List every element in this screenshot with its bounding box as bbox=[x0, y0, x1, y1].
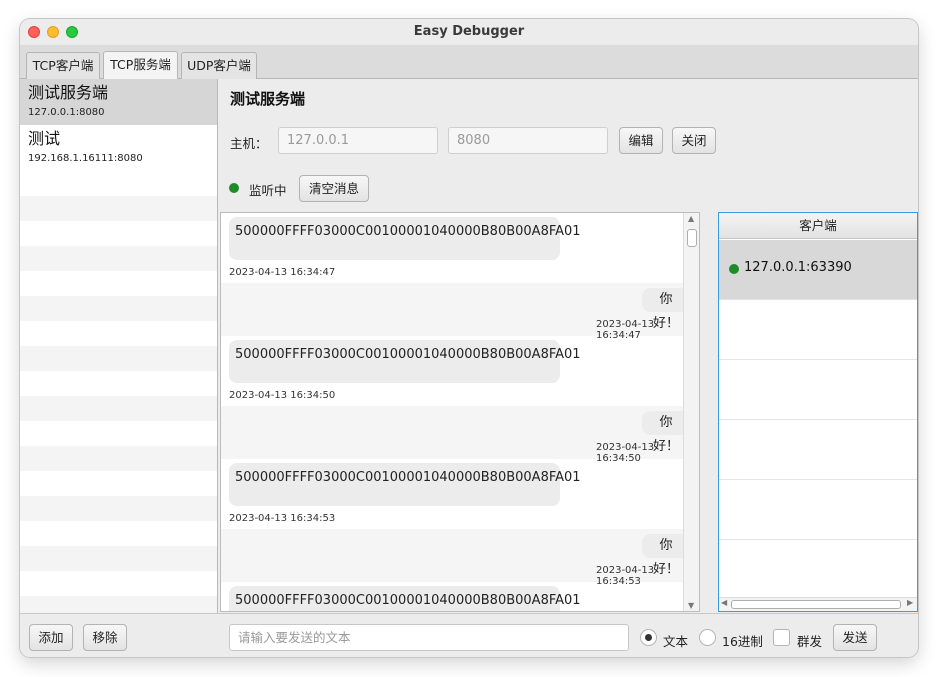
empty-list-row bbox=[20, 496, 217, 521]
listening-status-text: 监听中 bbox=[249, 183, 287, 198]
client-list-header: 客户端 bbox=[719, 213, 917, 239]
scroll-up-icon[interactable]: ▲ bbox=[688, 214, 694, 223]
message-bubble: 500000FFFF03000C00100001040000B80B00A8FA… bbox=[229, 586, 581, 611]
server-address: 192.168.1.16111:8080 bbox=[28, 153, 143, 164]
tab-tcp-server[interactable]: TCP服务端 bbox=[103, 51, 178, 79]
message-row: 500000FFFF03000C00100001040000B80B00A8FA… bbox=[221, 459, 699, 529]
empty-client-row bbox=[719, 540, 917, 600]
window-title: Easy Debugger bbox=[413, 24, 525, 39]
server-name: 测试 bbox=[28, 129, 61, 148]
client-item[interactable]: 127.0.0.1:63390 bbox=[719, 240, 917, 300]
online-status-icon bbox=[729, 264, 739, 274]
message-timestamp: 2023-04-13 16:34:50 bbox=[229, 390, 336, 401]
empty-list-row bbox=[20, 596, 217, 613]
message-list[interactable]: 500000FFFF03000C00100001040000B80B00A8FA… bbox=[220, 212, 700, 612]
hex-mode-label: 16进制 bbox=[722, 634, 763, 649]
tab-tcp-client[interactable]: TCP客户端 bbox=[26, 52, 100, 79]
message-row: 你好！ 2023-04-13 16:34:50 bbox=[221, 406, 699, 464]
page-title: 测试服务端 bbox=[230, 90, 306, 108]
add-server-button[interactable]: 添加 bbox=[29, 624, 73, 651]
app-window: Easy Debugger TCP客户端 TCP服务端 UDP客户端 测试服务端… bbox=[20, 19, 918, 657]
message-bubble: 500000FFFF03000C00100001040000B80B00A8FA… bbox=[229, 217, 581, 260]
empty-list-row bbox=[20, 546, 217, 571]
edit-button[interactable]: 编辑 bbox=[619, 127, 663, 154]
clear-messages-button[interactable]: 清空消息 bbox=[299, 175, 369, 202]
empty-client-row bbox=[719, 360, 917, 420]
broadcast-checkbox[interactable] bbox=[773, 629, 790, 646]
radio-selected-icon bbox=[645, 634, 652, 641]
empty-client-row bbox=[719, 300, 917, 360]
server-detail-panel: 测试服务端 主机： 127.0.0.1 8080 编辑 关闭 监听中 清空消息 … bbox=[219, 79, 918, 613]
empty-list-row bbox=[20, 246, 217, 271]
empty-list-row bbox=[20, 346, 217, 371]
empty-client-row bbox=[719, 420, 917, 480]
message-timestamp: 2023-04-13 16:34:53 bbox=[229, 513, 336, 524]
tab-bar: TCP客户端 TCP服务端 UDP客户端 bbox=[20, 45, 918, 79]
client-list[interactable]: 客户端 127.0.0.1:63390 ◀ ▶ bbox=[718, 212, 918, 612]
message-row: 500000FFFF03000C00100001040000B80B00A8FA… bbox=[221, 582, 699, 611]
scrollbar-thumb[interactable] bbox=[687, 229, 697, 247]
scroll-right-icon[interactable]: ▶ bbox=[907, 598, 913, 607]
text-mode-label: 文本 bbox=[663, 634, 689, 649]
text-mode-radio[interactable] bbox=[640, 629, 657, 646]
message-row: 500000FFFF03000C00100001040000B80B00A8FA… bbox=[221, 213, 699, 283]
message-row: 500000FFFF03000C00100001040000B80B00A8FA… bbox=[221, 336, 699, 406]
hex-mode-radio[interactable] bbox=[699, 629, 716, 646]
bottom-toolbar: 添加 移除 请输入要发送的文本 文本 16进制 群发 发送 bbox=[20, 613, 918, 657]
send-button[interactable]: 发送 bbox=[833, 624, 877, 651]
message-scrollbar[interactable]: ▲ ▼ bbox=[683, 213, 699, 611]
message-bubble: 500000FFFF03000C00100001040000B80B00A8FA… bbox=[229, 340, 581, 383]
server-list[interactable]: 测试服务端 127.0.0.1:8080 测试 192.168.1.16111:… bbox=[20, 79, 218, 613]
remove-server-button[interactable]: 移除 bbox=[83, 624, 127, 651]
message-row: 你好！ 2023-04-13 16:34:47 bbox=[221, 283, 699, 341]
host-label: 主机： bbox=[230, 136, 268, 151]
scroll-down-icon[interactable]: ▼ bbox=[688, 601, 694, 610]
message-input[interactable]: 请输入要发送的文本 bbox=[229, 624, 629, 651]
message-bubble: 500000FFFF03000C00100001040000B80B00A8FA… bbox=[229, 463, 581, 506]
scrollbar-thumb[interactable] bbox=[731, 600, 901, 609]
message-timestamp: 2023-04-13 16:34:47 bbox=[229, 267, 336, 278]
server-name: 测试服务端 bbox=[28, 83, 109, 102]
scroll-left-icon[interactable]: ◀ bbox=[721, 598, 727, 607]
listening-status-icon bbox=[229, 183, 239, 193]
port-field[interactable]: 8080 bbox=[448, 127, 608, 154]
broadcast-label: 群发 bbox=[797, 634, 823, 649]
empty-list-row bbox=[20, 446, 217, 471]
message-row: 你好！ 2023-04-13 16:34:53 bbox=[221, 529, 699, 587]
server-item[interactable]: 测试 192.168.1.16111:8080 bbox=[20, 125, 217, 171]
client-scrollbar[interactable]: ◀ ▶ bbox=[719, 597, 917, 611]
empty-list-row bbox=[20, 396, 217, 421]
empty-list-row bbox=[20, 196, 217, 221]
empty-client-row bbox=[719, 480, 917, 540]
empty-list-row bbox=[20, 296, 217, 321]
close-server-button[interactable]: 关闭 bbox=[672, 127, 716, 154]
title-bar: Easy Debugger bbox=[20, 19, 918, 45]
server-address: 127.0.0.1:8080 bbox=[28, 107, 105, 118]
client-address: 127.0.0.1:63390 bbox=[744, 260, 852, 275]
host-field[interactable]: 127.0.0.1 bbox=[278, 127, 438, 154]
server-item[interactable]: 测试服务端 127.0.0.1:8080 bbox=[20, 79, 217, 125]
tab-udp-client[interactable]: UDP客户端 bbox=[181, 52, 257, 79]
